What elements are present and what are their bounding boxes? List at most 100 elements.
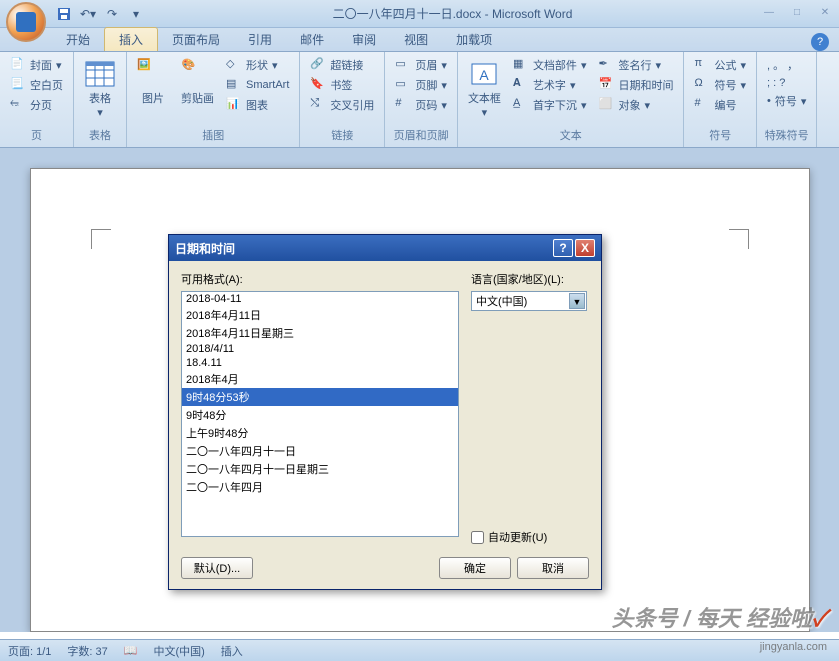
smartart-icon: ▤	[226, 77, 242, 93]
group-pages-label: 页	[6, 125, 67, 145]
sigline-button[interactable]: ✒签名行▾	[594, 56, 677, 74]
format-item[interactable]: 18.4.11	[182, 356, 458, 370]
format-item[interactable]: 二〇一八年四月十一日	[182, 442, 458, 460]
tab-insert[interactable]: 插入	[104, 27, 158, 51]
smartart-button[interactable]: ▤SmartArt	[222, 76, 293, 94]
dialog-help-button[interactable]: ?	[553, 239, 573, 257]
bookmark-button[interactable]: 🔖书签	[306, 76, 378, 94]
table-button[interactable]: 表格▾	[80, 56, 120, 121]
language-select[interactable]: 中文(中国) ▼	[471, 291, 587, 311]
margin-corner-tr	[729, 229, 749, 249]
textbox-button[interactable]: A文本框▾	[464, 56, 505, 121]
shapes-button[interactable]: ◇形状▾	[222, 56, 293, 74]
default-button[interactable]: 默认(D)...	[181, 557, 253, 579]
footer-icon: ▭	[395, 77, 411, 93]
quickparts-button[interactable]: ▦文档部件▾	[509, 56, 591, 74]
format-item[interactable]: 二〇一八年四月	[182, 478, 458, 496]
tab-addins[interactable]: 加载项	[442, 28, 506, 51]
clipart-button[interactable]: 🎨剪贴画	[177, 56, 218, 108]
picture-icon: 🖼️	[137, 58, 169, 90]
tab-view[interactable]: 视图	[390, 28, 442, 51]
format-item[interactable]: 上午9时48分	[182, 424, 458, 442]
tab-mailings[interactable]: 邮件	[286, 28, 338, 51]
status-words[interactable]: 字数: 37	[67, 643, 107, 659]
tab-home[interactable]: 开始	[52, 28, 104, 51]
blank-page-button[interactable]: 📃空白页	[6, 76, 67, 94]
number-button[interactable]: #编号	[690, 96, 750, 114]
format-list[interactable]: 2018-04-112018年4月11日2018年4月11日星期三2018/4/…	[181, 291, 459, 537]
group-symbols-label: 符号	[690, 125, 750, 145]
crossref-icon: ⤭	[310, 97, 326, 113]
ok-button[interactable]: 确定	[439, 557, 511, 579]
watermark-brand: 头条号 / 每天 经验啦✓	[611, 601, 827, 633]
status-proof-icon[interactable]: 📖	[124, 644, 138, 657]
sigline-icon: ✒	[598, 57, 614, 73]
margin-corner-tl	[91, 229, 111, 249]
equation-button[interactable]: π公式▾	[690, 56, 750, 74]
hyperlink-icon: 🔗	[310, 57, 326, 73]
help-button[interactable]: ?	[811, 33, 829, 51]
wordart-button[interactable]: 𝐀艺术字▾	[509, 76, 591, 94]
quickparts-icon: ▦	[513, 57, 529, 73]
formats-label: 可用格式(A):	[181, 271, 459, 287]
save-icon[interactable]	[54, 4, 74, 24]
format-item[interactable]: 9时48分53秒	[182, 388, 458, 406]
group-text-label: 文本	[464, 125, 678, 145]
minimize-button[interactable]: —	[759, 7, 779, 21]
qat-more-icon[interactable]: ▾	[126, 4, 146, 24]
status-lang[interactable]: 中文(中国)	[153, 643, 204, 659]
special-row1[interactable]: , 。 ，	[763, 56, 810, 74]
pagenum-icon: #	[395, 97, 411, 113]
blank-page-icon: 📃	[10, 77, 26, 93]
page-break-icon: ⭋	[10, 97, 26, 113]
picture-button[interactable]: 🖼️图片	[133, 56, 173, 108]
group-tables-label: 表格	[80, 125, 120, 145]
status-mode[interactable]: 插入	[221, 643, 243, 659]
tab-references[interactable]: 引用	[234, 28, 286, 51]
format-item[interactable]: 9时48分	[182, 406, 458, 424]
auto-update-label: 自动更新(U)	[488, 529, 547, 545]
group-illustrations-label: 插图	[133, 125, 293, 145]
datetime-button[interactable]: 📅日期和时间	[594, 76, 677, 94]
dropcap-button[interactable]: A̲首字下沉▾	[509, 96, 591, 114]
pagenum-button[interactable]: #页码▾	[391, 96, 451, 114]
undo-icon[interactable]: ↶▾	[78, 4, 98, 24]
maximize-button[interactable]: □	[787, 7, 807, 21]
window-title: 二〇一八年四月十一日.docx - Microsoft Word	[146, 5, 759, 22]
special-symbol-button[interactable]: •符号▾	[763, 92, 810, 110]
object-icon: ⬜	[598, 97, 614, 113]
dialog-close-button[interactable]: X	[575, 239, 595, 257]
footer-button[interactable]: ▭页脚▾	[391, 76, 451, 94]
format-item[interactable]: 2018年4月11日星期三	[182, 324, 458, 342]
crossref-button[interactable]: ⤭交叉引用	[306, 96, 378, 114]
datetime-dialog: 日期和时间 ? X 可用格式(A): 2018-04-112018年4月11日2…	[168, 234, 602, 590]
cancel-button[interactable]: 取消	[517, 557, 589, 579]
auto-update-checkbox[interactable]	[471, 531, 484, 544]
group-headerfooter-label: 页眉和页脚	[391, 125, 451, 145]
symbol-button[interactable]: Ω符号▾	[690, 76, 750, 94]
special-row2[interactable]: ; : ?	[763, 76, 810, 90]
wordart-icon: 𝐀	[513, 77, 529, 93]
redo-icon[interactable]: ↷	[102, 4, 122, 24]
object-button[interactable]: ⬜对象▾	[594, 96, 677, 114]
tab-review[interactable]: 审阅	[338, 28, 390, 51]
status-page[interactable]: 页面: 1/1	[8, 643, 51, 659]
equation-icon: π	[694, 57, 710, 73]
number-icon: #	[694, 97, 710, 113]
format-item[interactable]: 二〇一八年四月十一日星期三	[182, 460, 458, 478]
svg-text:A: A	[480, 67, 490, 83]
close-button[interactable]: ✕	[815, 7, 835, 21]
format-item[interactable]: 2018-04-11	[182, 292, 458, 306]
page-break-button[interactable]: ⭋分页	[6, 96, 67, 114]
cover-page-button[interactable]: 📄封面▾	[6, 56, 67, 74]
hyperlink-button[interactable]: 🔗超链接	[306, 56, 378, 74]
chevron-down-icon: ▼	[569, 293, 585, 309]
header-button[interactable]: ▭页眉▾	[391, 56, 451, 74]
format-item[interactable]: 2018/4/11	[182, 342, 458, 356]
textbox-icon: A	[468, 58, 500, 90]
tab-layout[interactable]: 页面布局	[158, 28, 234, 51]
format-item[interactable]: 2018年4月11日	[182, 306, 458, 324]
format-item[interactable]: 2018年4月	[182, 370, 458, 388]
office-button[interactable]	[6, 2, 46, 42]
chart-button[interactable]: 📊图表	[222, 96, 293, 114]
